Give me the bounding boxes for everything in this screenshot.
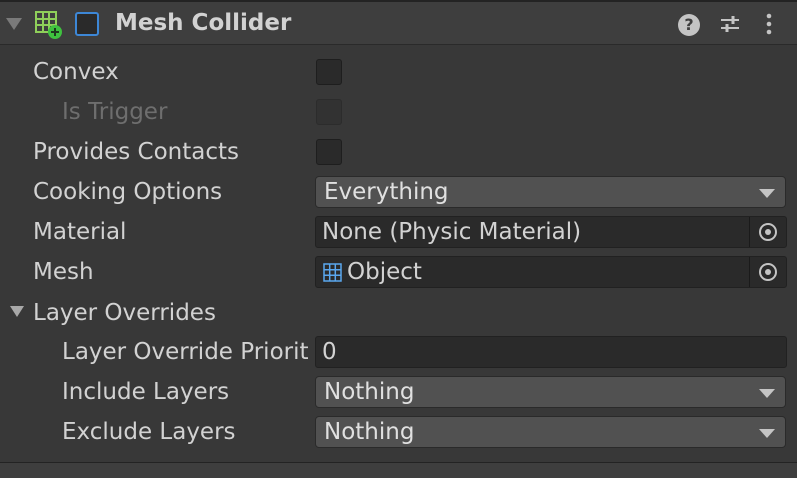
convex-checkbox[interactable] [316,59,342,85]
object-picker-icon[interactable] [759,223,777,241]
cooking-options-dropdown[interactable]: Everything [315,176,786,208]
more-menu-icon[interactable] [757,12,781,36]
mesh-value: Object [347,259,422,285]
exclude-layers-value: Nothing [324,419,415,445]
chevron-down-icon [759,389,775,398]
presets-icon[interactable] [718,12,742,36]
is-trigger-checkbox [316,99,342,125]
include-layers-label: Include Layers [62,379,230,405]
exclude-layers-label: Exclude Layers [62,419,236,445]
field-divider [749,257,750,287]
material-label: Material [33,219,127,245]
help-icon[interactable]: ? [678,14,700,36]
mesh-collider-icon [35,11,62,39]
provides-contacts-label: Provides Contacts [33,139,240,165]
mesh-label: Mesh [33,259,94,285]
chevron-down-icon [759,189,775,198]
object-picker-icon[interactable] [759,263,777,281]
cooking-options-label: Cooking Options [33,179,223,205]
chevron-down-icon [759,429,775,438]
exclude-layers-dropdown[interactable]: Nothing [315,416,786,448]
mesh-grid-icon [323,263,342,282]
next-component-header [0,462,797,478]
include-layers-value: Nothing [324,379,415,405]
component-title: Mesh Collider [115,10,292,36]
provides-contacts-checkbox[interactable] [316,139,342,165]
include-layers-dropdown[interactable]: Nothing [315,376,786,408]
layer-override-priority-input[interactable]: 0 [315,336,787,368]
layer-overrides-label[interactable]: Layer Overrides [33,299,216,327]
is-trigger-label: Is Trigger [62,99,168,125]
component-foldout-arrow[interactable] [6,18,22,30]
layer-override-priority-label: Layer Override Priorit [62,339,309,365]
component-header[interactable]: Mesh Collider ? [0,2,797,45]
cooking-options-value: Everything [324,179,449,205]
component-enabled-checkbox[interactable] [75,12,99,36]
layer-override-priority-value: 0 [322,339,337,365]
layer-overrides-foldout-arrow[interactable] [10,306,24,317]
material-field[interactable]: None (Physic Material) [315,216,787,248]
mesh-field[interactable]: Object [315,256,787,288]
field-divider [749,217,750,247]
convex-label: Convex [33,59,119,85]
material-value: None (Physic Material) [322,219,582,245]
